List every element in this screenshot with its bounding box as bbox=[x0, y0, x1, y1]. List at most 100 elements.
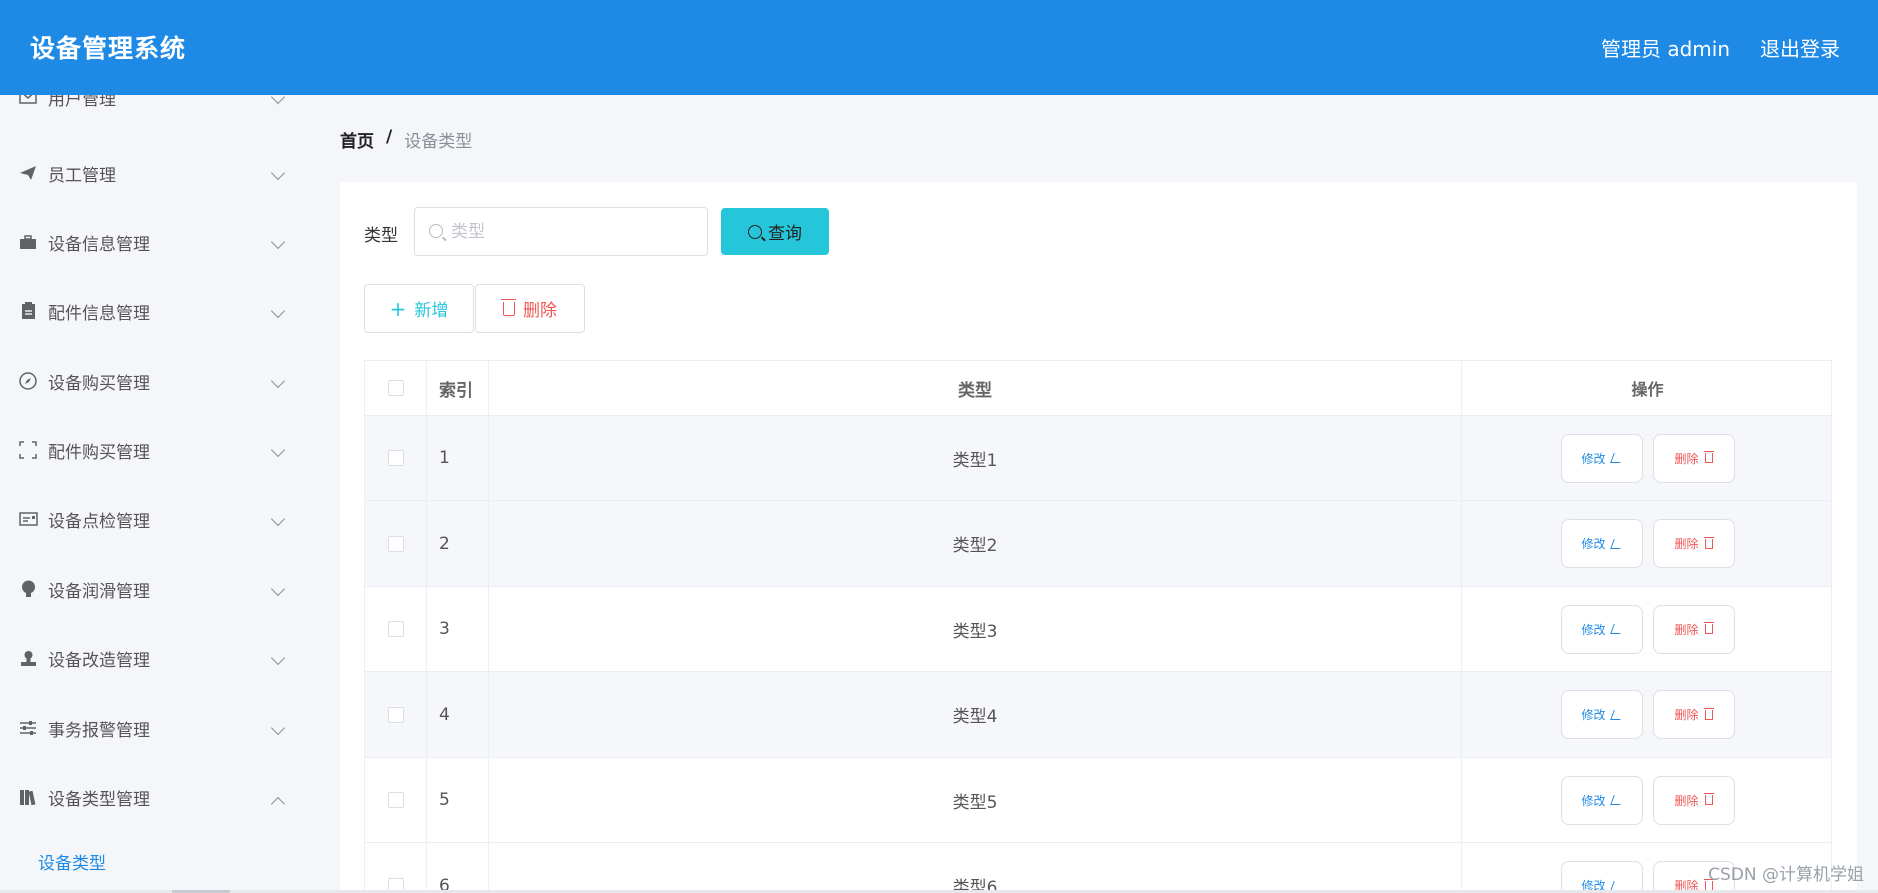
cell-type: 类型3 bbox=[489, 587, 1462, 671]
edit-button-label: 修改 bbox=[1581, 537, 1606, 551]
delete-row-button-label: 删除 bbox=[1674, 708, 1699, 722]
device-type-table: 索引 类型 操作 1 类型1 修改 删除 2 类型2 修改 删除 3 类型3 修… bbox=[364, 360, 1832, 893]
search-icon bbox=[429, 224, 443, 238]
submenu-item-device-type[interactable]: 设备类型 bbox=[38, 849, 106, 874]
sidebar-item-staff-management[interactable]: 员工管理 bbox=[0, 153, 302, 193]
chevron-down-icon bbox=[270, 581, 286, 597]
edit-button[interactable]: 修改 bbox=[1560, 519, 1643, 568]
edit-button-label: 修改 bbox=[1581, 622, 1606, 637]
trash-icon bbox=[501, 298, 516, 316]
delete-button-label: 删除 bbox=[523, 301, 557, 321]
sidebar-item-label: 设备信息管理 bbox=[48, 234, 150, 255]
edit-button[interactable]: 修改 bbox=[1560, 690, 1643, 739]
lightbulb-icon bbox=[18, 579, 38, 599]
edit-button[interactable]: 修改 bbox=[1560, 604, 1643, 654]
delete-row-button-label: 删除 bbox=[1674, 793, 1699, 808]
query-button[interactable]: 查询 bbox=[721, 208, 829, 255]
cell-type: 类型1 bbox=[489, 416, 1462, 500]
sidebar-item-label: 设备改造管理 bbox=[48, 650, 150, 671]
query-button-label: 查询 bbox=[768, 224, 802, 244]
row-checkbox[interactable] bbox=[387, 535, 404, 552]
row-checkbox[interactable] bbox=[387, 621, 404, 637]
cell-actions: 修改 删除 bbox=[1462, 501, 1831, 586]
trash-icon bbox=[1703, 536, 1714, 549]
cell-actions: 修改 删除 bbox=[1462, 758, 1831, 842]
row-check-cell bbox=[365, 672, 427, 757]
breadcrumb: 首页 / 设备类型 bbox=[340, 127, 472, 152]
books-icon bbox=[18, 787, 38, 807]
edit-icon bbox=[1609, 709, 1624, 720]
delete-row-button[interactable]: 删除 bbox=[1652, 604, 1735, 654]
add-button-label: 新增 bbox=[414, 301, 449, 321]
sidebar-item-user-management[interactable]: 用户管理 bbox=[0, 95, 302, 117]
plus-icon: + bbox=[389, 296, 407, 321]
cell-type: 类型2 bbox=[489, 501, 1462, 586]
trash-icon bbox=[1703, 707, 1714, 720]
batch-delete-button[interactable]: 删除 bbox=[475, 284, 585, 333]
chevron-down-icon bbox=[270, 511, 286, 527]
row-check-cell bbox=[365, 416, 427, 500]
search-icon bbox=[748, 224, 762, 239]
cell-type: 类型6 bbox=[489, 843, 1462, 893]
sidebar-item-alarm-management[interactable]: 事务报警管理 bbox=[0, 708, 302, 748]
stamp-icon bbox=[18, 648, 38, 668]
sidebar-item-parts-purchase[interactable]: 配件购买管理 bbox=[0, 430, 302, 470]
table-row: 4 类型4 修改 删除 bbox=[365, 672, 1831, 758]
type-search-input[interactable] bbox=[451, 220, 691, 244]
main-panel: 类型 查询 + 新增 删除 索引 类型 操作 1 类型1 修改 删除 bbox=[340, 182, 1857, 893]
delete-row-button[interactable]: 删除 bbox=[1652, 775, 1735, 825]
type-search-box[interactable] bbox=[414, 207, 708, 256]
edit-button[interactable]: 修改 bbox=[1560, 861, 1643, 893]
table-header-row: 索引 类型 操作 bbox=[365, 360, 1831, 416]
sidebar-item-device-renovation[interactable]: 设备改造管理 bbox=[0, 638, 302, 678]
cell-type: 类型5 bbox=[489, 758, 1462, 842]
briefcase-icon bbox=[18, 232, 38, 252]
chevron-down-icon bbox=[270, 442, 286, 458]
edit-icon bbox=[1609, 795, 1624, 805]
sidebar-item-device-inspection[interactable]: 设备点检管理 bbox=[0, 499, 302, 539]
breadcrumb-home[interactable]: 首页 bbox=[340, 127, 374, 152]
envelope-icon bbox=[18, 95, 38, 107]
sidebar-item-label: 设备润滑管理 bbox=[48, 581, 150, 602]
table-row: 6 类型6 修改 删除 bbox=[365, 843, 1831, 893]
cell-type: 类型4 bbox=[489, 672, 1462, 757]
column-header-actions: 操作 bbox=[1631, 380, 1664, 399]
row-checkbox[interactable] bbox=[387, 792, 404, 808]
chevron-down-icon bbox=[270, 303, 286, 319]
sidebar-item-label: 设备类型管理 bbox=[48, 789, 150, 810]
cell-index: 6 bbox=[427, 843, 489, 893]
column-header-index: 索引 bbox=[427, 361, 489, 415]
sidebar-item-device-purchase[interactable]: 设备购买管理 bbox=[0, 361, 302, 401]
delete-row-button[interactable]: 删除 bbox=[1652, 433, 1735, 483]
compass-icon bbox=[18, 371, 38, 391]
current-user: 管理员 admin bbox=[1600, 37, 1730, 61]
delete-row-button[interactable]: 删除 bbox=[1652, 519, 1735, 568]
top-header: 设备管理系统 管理员 admin 退出登录 bbox=[0, 0, 1878, 95]
select-all-checkbox[interactable] bbox=[387, 380, 404, 396]
edit-button[interactable]: 修改 bbox=[1560, 433, 1643, 483]
delete-row-button[interactable]: 删除 bbox=[1652, 690, 1735, 739]
row-checkbox[interactable] bbox=[387, 706, 404, 723]
header-user-area: 管理员 admin 退出登录 bbox=[1601, 33, 1840, 62]
cell-actions: 修改 删除 bbox=[1462, 672, 1831, 757]
chevron-down-icon bbox=[270, 720, 286, 736]
chevron-down-icon bbox=[270, 165, 286, 181]
row-check-cell bbox=[365, 501, 427, 586]
sliders-icon bbox=[18, 718, 38, 738]
column-header-type: 类型 bbox=[489, 361, 1462, 415]
row-check-cell bbox=[365, 843, 427, 893]
edit-button[interactable]: 修改 bbox=[1560, 775, 1643, 825]
logout-link[interactable]: 退出登录 bbox=[1760, 33, 1840, 62]
sidebar-item-parts-info[interactable]: 配件信息管理 bbox=[0, 291, 302, 331]
sidebar-item-device-info[interactable]: 设备信息管理 bbox=[0, 222, 302, 262]
add-button[interactable]: + 新增 bbox=[364, 284, 474, 333]
edit-icon bbox=[1609, 538, 1624, 549]
delete-row-button-label: 删除 bbox=[1674, 451, 1699, 466]
cell-actions: 修改 删除 bbox=[1462, 416, 1831, 500]
row-checkbox[interactable] bbox=[387, 450, 404, 466]
sidebar-item-device-lubrication[interactable]: 设备润滑管理 bbox=[0, 569, 302, 609]
table-row: 2 类型2 修改 删除 bbox=[365, 501, 1831, 587]
app-title: 设备管理系统 bbox=[30, 34, 187, 63]
sidebar-item-device-type-management[interactable]: 设备类型管理 bbox=[0, 777, 302, 817]
sidebar-item-label: 事务报警管理 bbox=[48, 720, 150, 741]
